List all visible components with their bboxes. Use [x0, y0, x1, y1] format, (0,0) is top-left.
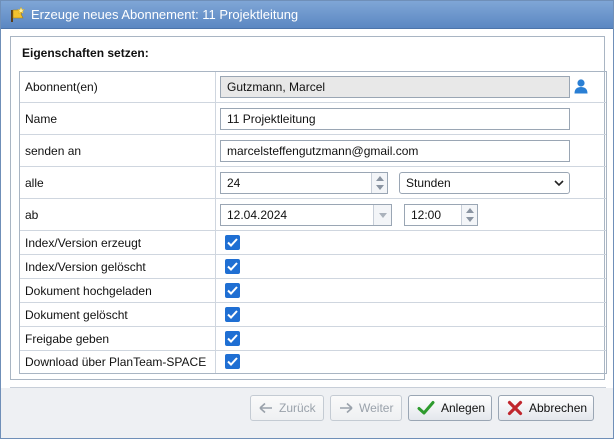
- document-deleted-checkbox[interactable]: [225, 307, 240, 322]
- checkbox-row: Index/Version gelöscht: [19, 255, 607, 279]
- index-version-created-checkbox[interactable]: [225, 235, 240, 250]
- create-button[interactable]: Anlegen: [408, 395, 492, 421]
- next-label: Weiter: [359, 401, 394, 415]
- checkbox-label: Dokument hochgeladen: [25, 284, 152, 298]
- chevron-down-icon: [553, 177, 565, 189]
- properties-grid: Abonnent(en) Gutzmann, Marcel Name 11 Pr…: [19, 71, 607, 374]
- row-senden-an: senden an marcelsteffengutzmann@gmail.co…: [19, 135, 607, 167]
- document-uploaded-checkbox[interactable]: [225, 283, 240, 298]
- checkbox-row: Index/Version erzeugt: [19, 231, 607, 255]
- row-alle: alle 24 Stunden: [19, 167, 607, 199]
- abonnent-label: Abonnent(en): [25, 80, 98, 94]
- index-version-deleted-checkbox[interactable]: [225, 259, 240, 274]
- row-abonnent: Abonnent(en) Gutzmann, Marcel: [19, 71, 607, 103]
- spin-up-icon[interactable]: [466, 208, 474, 213]
- window-title: Erzeuge neues Abonnement: 11 Projektleit…: [31, 7, 299, 22]
- date-value: 12.04.2024: [227, 208, 288, 222]
- release-checkbox[interactable]: [225, 331, 240, 346]
- abonnent-value: Gutzmann, Marcel: [227, 80, 326, 94]
- close-icon: [507, 400, 523, 416]
- caret-down-icon: [379, 213, 387, 218]
- unit-value: Stunden: [406, 176, 451, 190]
- spin-down-icon[interactable]: [376, 185, 384, 190]
- back-button[interactable]: Zurück: [250, 395, 324, 421]
- checkbox-row: Download über PlanTeam-SPACE: [19, 351, 607, 374]
- email-value: marcelsteffengutzmann@gmail.com: [227, 144, 419, 158]
- cancel-label: Abbrechen: [529, 401, 588, 415]
- arrow-right-icon: [340, 402, 353, 414]
- time-value: 12:00: [411, 208, 442, 222]
- unit-select[interactable]: Stunden: [399, 172, 570, 194]
- date-dropdown-button[interactable]: [373, 205, 391, 225]
- checkmark-icon: [227, 357, 238, 366]
- ab-label: ab: [25, 208, 39, 222]
- arrow-left-icon: [259, 402, 272, 414]
- interval-spinner[interactable]: 24: [220, 172, 388, 194]
- checkmark-icon: [227, 310, 238, 319]
- user-picker-icon[interactable]: [573, 78, 589, 94]
- cancel-button[interactable]: Abbrechen: [498, 395, 594, 421]
- button-bar: Zurück Weiter Anlegen Abbrechen: [1, 388, 613, 438]
- time-spinner[interactable]: 12:00: [404, 204, 478, 226]
- spin-down-icon[interactable]: [466, 217, 474, 222]
- section-title: Eigenschaften setzen:: [22, 46, 149, 60]
- checkmark-icon: [227, 334, 238, 343]
- abonnent-field: Gutzmann, Marcel: [220, 76, 570, 98]
- senden-an-label: senden an: [25, 144, 82, 158]
- checkmark-icon: [227, 286, 238, 295]
- dialog-window: Erzeuge neues Abonnement: 11 Projektleit…: [0, 0, 614, 439]
- name-label: Name: [25, 112, 58, 126]
- checkbox-row: Dokument gelöscht: [19, 303, 607, 327]
- row-ab: ab 12.04.2024 12:00: [19, 199, 607, 231]
- name-input[interactable]: 11 Projektleitung: [220, 108, 570, 130]
- checkbox-row: Freigabe geben: [19, 327, 607, 351]
- checkmark-icon: [227, 262, 238, 271]
- checkbox-label: Freigabe geben: [25, 332, 110, 346]
- checkbox-row: Dokument hochgeladen: [19, 279, 607, 303]
- date-picker[interactable]: 12.04.2024: [220, 204, 392, 226]
- spin-up-icon[interactable]: [376, 176, 384, 181]
- download-checkbox[interactable]: [225, 354, 240, 369]
- column-divider: [215, 71, 216, 374]
- next-button[interactable]: Weiter: [330, 395, 402, 421]
- checkmark-icon: [417, 401, 435, 415]
- interval-spinner-buttons[interactable]: [371, 173, 387, 193]
- name-value: 11 Projektleitung: [227, 112, 316, 126]
- new-subscription-icon: [9, 6, 27, 24]
- checkbox-label: Index/Version gelöscht: [25, 260, 146, 274]
- title-bar[interactable]: Erzeuge neues Abonnement: 11 Projektleit…: [1, 1, 613, 29]
- back-label: Zurück: [279, 401, 316, 415]
- row-name: Name 11 Projektleitung: [19, 103, 607, 135]
- time-spinner-buttons[interactable]: [461, 205, 477, 225]
- checkmark-icon: [227, 238, 238, 247]
- checkbox-label: Dokument gelöscht: [25, 308, 128, 322]
- email-input[interactable]: marcelsteffengutzmann@gmail.com: [220, 140, 570, 162]
- checkbox-label: Download über PlanTeam-SPACE: [25, 355, 207, 369]
- create-label: Anlegen: [441, 401, 486, 415]
- alle-label: alle: [25, 176, 44, 190]
- checkbox-label: Index/Version erzeugt: [25, 236, 142, 250]
- interval-value: 24: [227, 176, 241, 190]
